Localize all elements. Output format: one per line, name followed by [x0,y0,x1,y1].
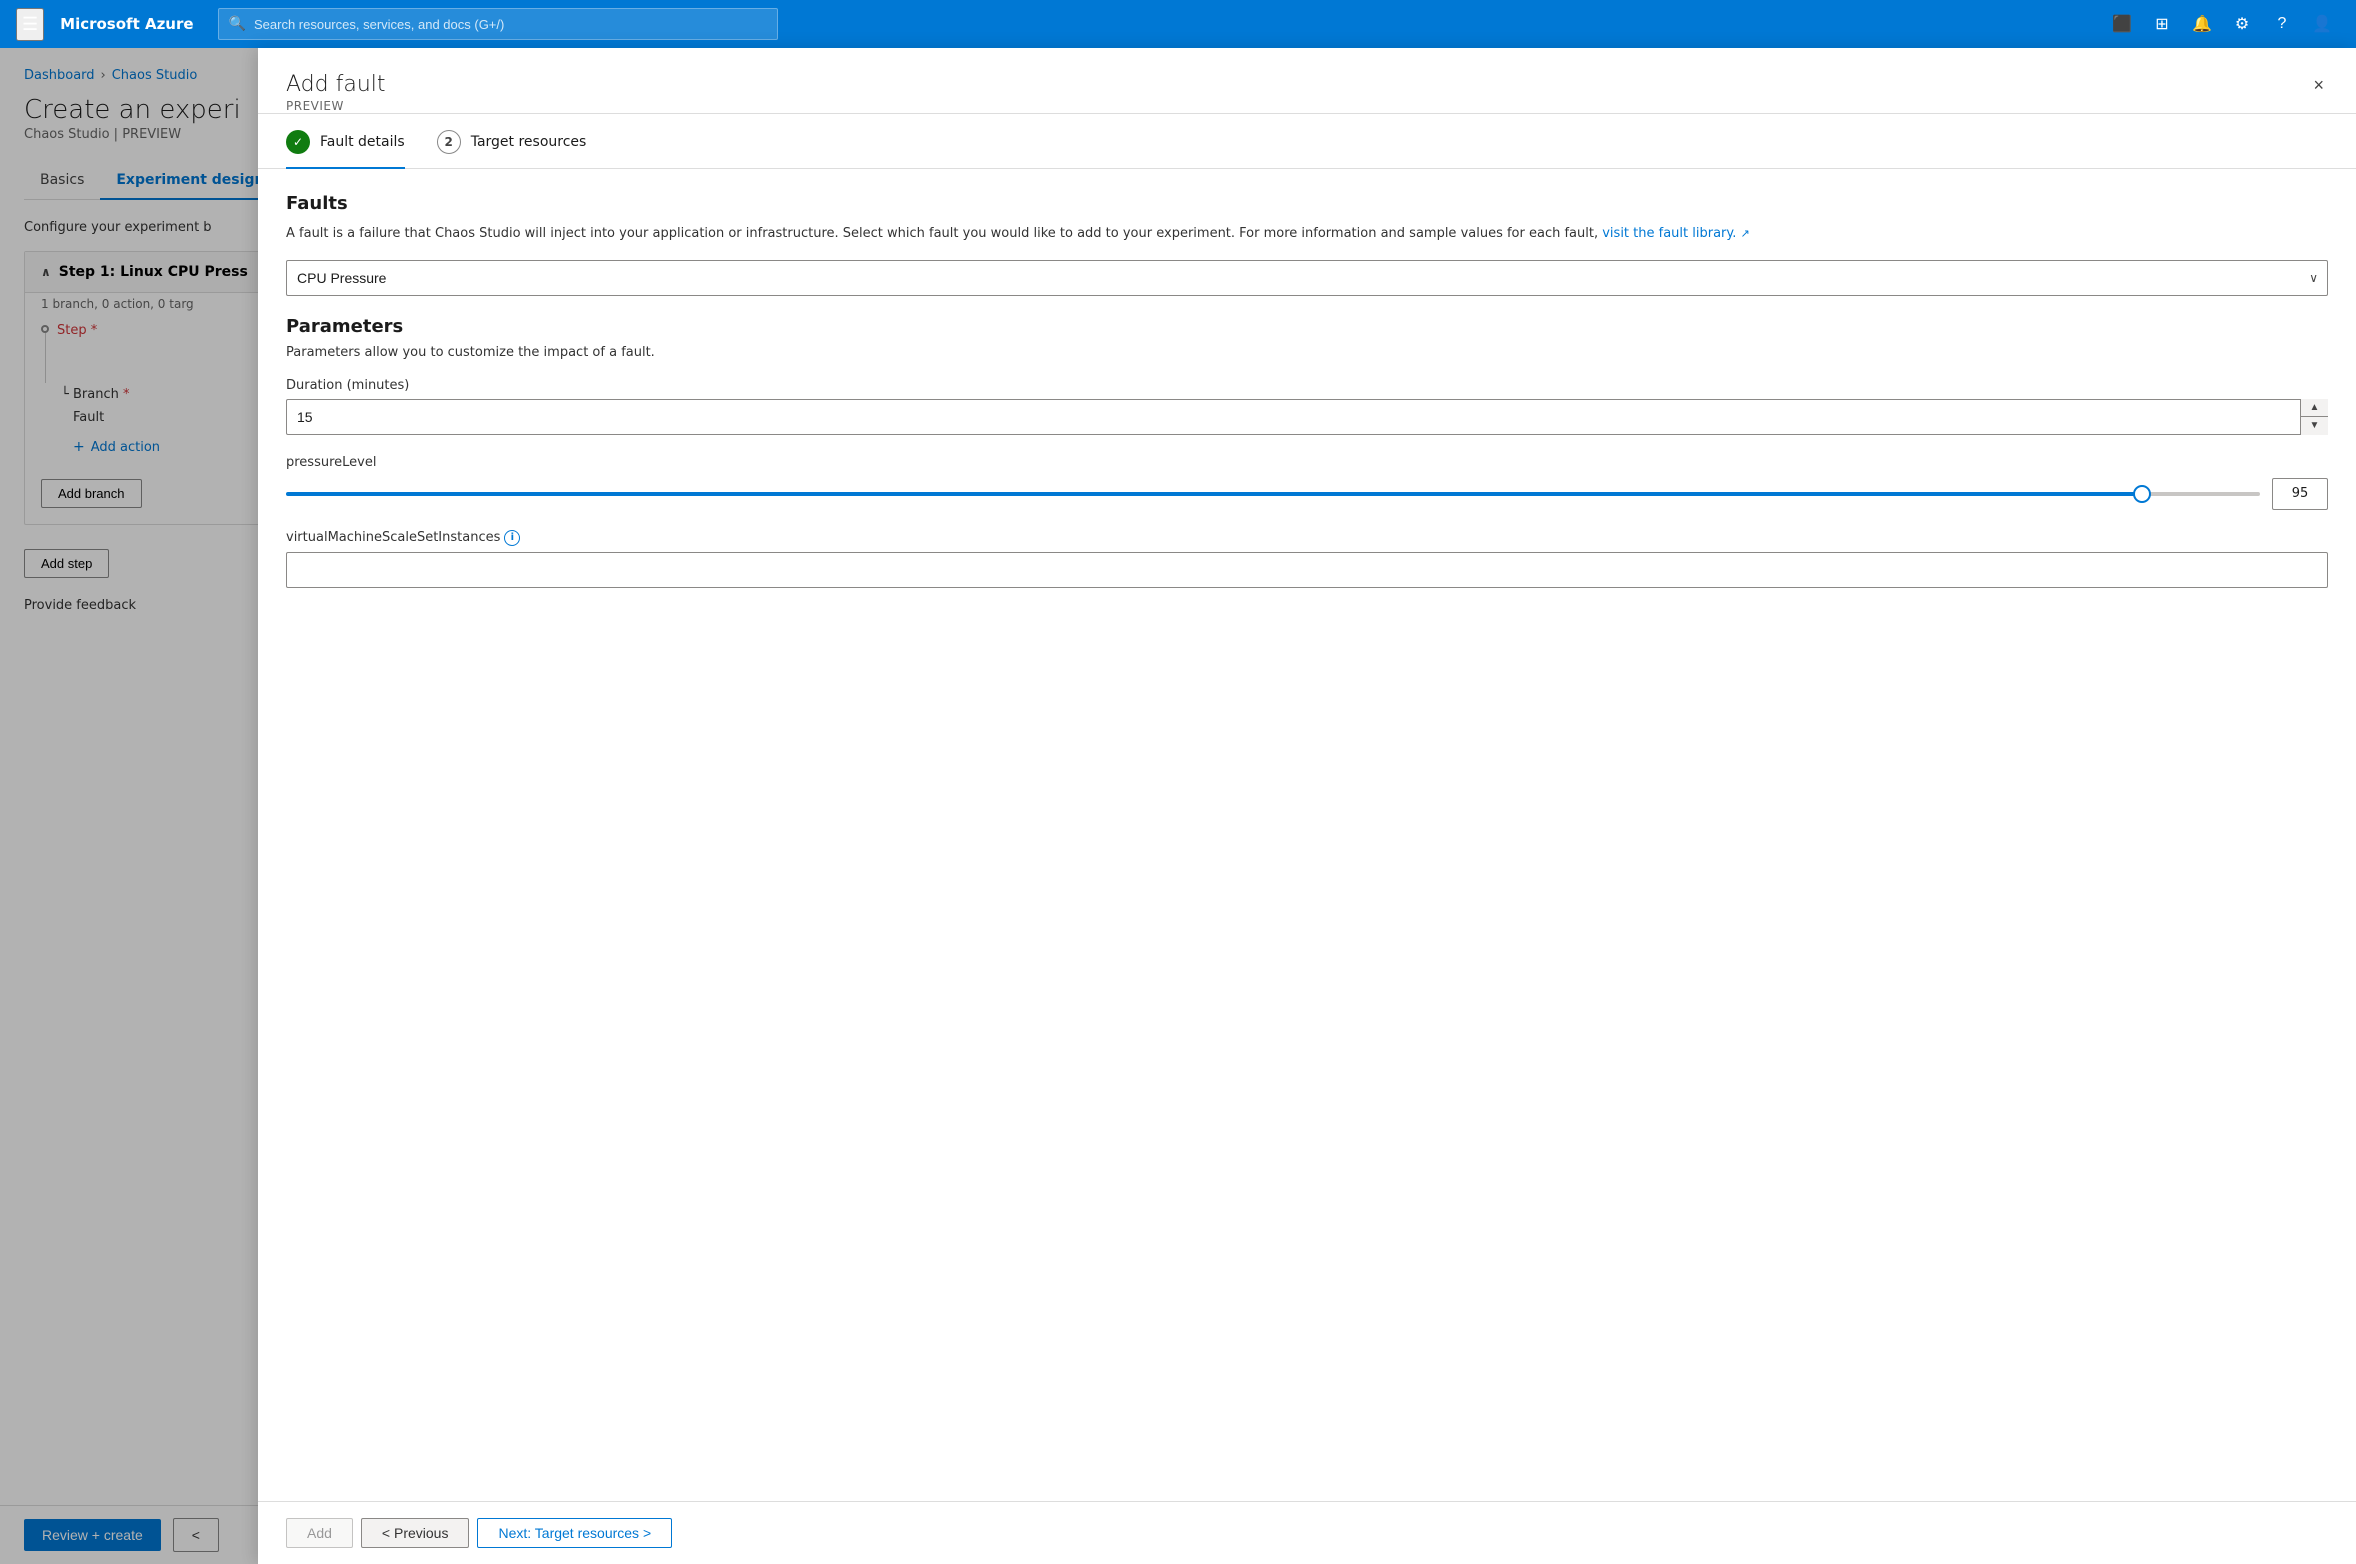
panel-footer: Add < Previous Next: Target resources > [258,1501,2356,1564]
cloud-shell-icon[interactable]: ⬛ [2104,6,2140,42]
fault-select[interactable]: CPU Pressure Memory Pressure Network Dis… [286,260,2328,296]
topbar-icons: ⬛ ⊞ 🔔 ⚙ ? 👤 [2104,6,2340,42]
parameters-section-title: Parameters [286,316,2328,337]
topbar: ☰ Microsoft Azure 🔍 ⬛ ⊞ 🔔 ⚙ ? 👤 [0,0,2356,48]
panel-previous-button[interactable]: < Previous [361,1518,470,1548]
panel-close-button[interactable]: × [2309,72,2328,98]
pressure-value-box: 95 [2272,478,2328,510]
duration-label: Duration (minutes) [286,378,2328,393]
help-icon[interactable]: ? [2264,6,2300,42]
wizard-step-target-resources[interactable]: 2 Target resources [437,130,587,168]
vmss-input[interactable] [286,552,2328,588]
panel-subtitle: PREVIEW [286,99,386,113]
duration-spin-up[interactable]: ▲ [2301,399,2328,418]
azure-logo: Microsoft Azure [60,15,193,33]
account-icon[interactable]: 👤 [2304,6,2340,42]
duration-spinners: ▲ ▼ [2300,399,2328,435]
panel-title: Add fault [286,72,386,97]
fault-dropdown-group: CPU Pressure Memory Pressure Network Dis… [286,260,2328,296]
duration-input[interactable] [286,399,2328,435]
vmss-label-row: virtualMachineScaleSetInstances i [286,530,2328,546]
slider-track-wrapper [286,484,2260,504]
external-link-icon: ↗ [1741,227,1750,240]
search-input[interactable] [254,17,767,32]
panel-header: Add fault PREVIEW × [258,48,2356,114]
vmss-label: virtualMachineScaleSetInstances [286,530,500,545]
search-bar[interactable]: 🔍 [218,8,778,40]
wizard-step-2-circle: 2 [437,130,461,154]
slider-container: 95 [286,478,2328,510]
hamburger-menu[interactable]: ☰ [16,8,44,41]
duration-field-group: Duration (minutes) ▲ ▼ [286,378,2328,435]
wizard-step-2-label: Target resources [471,134,587,150]
vmss-field-group: virtualMachineScaleSetInstances i [286,530,2328,588]
panel-add-button[interactable]: Add [286,1518,353,1548]
wizard-steps: ✓ Fault details 2 Target resources [258,114,2356,169]
faults-section-title: Faults [286,193,2328,214]
portal-menu-icon[interactable]: ⊞ [2144,6,2180,42]
search-icon: 🔍 [229,16,246,32]
fault-select-wrapper: CPU Pressure Memory Pressure Network Dis… [286,260,2328,296]
duration-input-wrapper: ▲ ▼ [286,399,2328,435]
pressure-label: pressureLevel [286,455,2328,470]
settings-icon[interactable]: ⚙ [2224,6,2260,42]
duration-spin-down[interactable]: ▼ [2301,417,2328,435]
notification-icon[interactable]: 🔔 [2184,6,2220,42]
panel-body: Faults A fault is a failure that Chaos S… [258,169,2356,1501]
wizard-step-1-circle: ✓ [286,130,310,154]
wizard-step-fault-details[interactable]: ✓ Fault details [286,130,405,168]
panel-next-button[interactable]: Next: Target resources > [477,1518,672,1548]
wizard-step-1-label: Fault details [320,134,405,150]
faults-description: A fault is a failure that Chaos Studio w… [286,224,2328,244]
vmss-info-icon[interactable]: i [504,530,520,546]
side-panel: Add fault PREVIEW × ✓ Fault details 2 Ta… [258,48,2356,1564]
fault-library-link[interactable]: visit the fault library. ↗ [1602,226,1749,241]
parameters-description: Parameters allow you to customize the im… [286,345,2328,360]
pressure-field-group: pressureLevel 95 [286,455,2328,510]
